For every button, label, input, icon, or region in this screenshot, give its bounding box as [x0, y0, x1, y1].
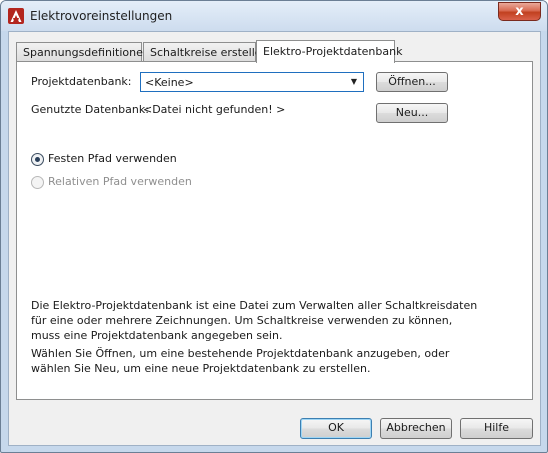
- chevron-down-icon[interactable]: ▼: [346, 74, 362, 90]
- cancel-button[interactable]: Abbrechen: [380, 418, 452, 439]
- dialog-client-area: Spannungsdefinitionen Schaltkreise erste…: [8, 31, 541, 446]
- ok-button[interactable]: OK: [300, 418, 372, 439]
- project-db-value: <Keine>: [145, 76, 194, 89]
- radio-fixed-path-label[interactable]: Festen Pfad verwenden: [48, 152, 177, 165]
- open-button[interactable]: Öffnen...: [376, 72, 448, 92]
- tab-spannungsdefinitionen[interactable]: Spannungsdefinitionen: [16, 42, 150, 62]
- radio-checked-dot: [35, 157, 40, 162]
- close-button[interactable]: x: [498, 2, 541, 21]
- new-button[interactable]: Neu...: [376, 103, 448, 123]
- dialog-window: Elektrovoreinstellungen x Spannungsdefin…: [0, 0, 548, 453]
- description-text-2: Wählen Sie Öffnen, um eine bestehende Pr…: [31, 347, 450, 375]
- title-bar[interactable]: Elektrovoreinstellungen x: [1, 1, 547, 31]
- description-text-1: Die Elektro-Projektdatenbank ist eine Da…: [31, 299, 478, 342]
- help-button[interactable]: Hilfe: [460, 418, 533, 439]
- radio-relative-path-label[interactable]: Relativen Pfad verwenden: [48, 175, 192, 188]
- tab-elektro-projektdatenbank[interactable]: Elektro-Projektdatenbank: [256, 40, 402, 63]
- window-title: Elektrovoreinstellungen: [30, 9, 173, 23]
- close-icon: x: [515, 4, 524, 19]
- used-db-label: Genutzte Datenbank:: [31, 103, 149, 116]
- autocad-app-icon: [8, 8, 24, 24]
- tab-panel-projektdatenbank: Projektdatenbank: <Keine> ▼ Öffnen... Ge…: [16, 61, 533, 400]
- used-db-value: <Datei nicht gefunden! >: [143, 103, 286, 116]
- radio-fixed-path[interactable]: [31, 153, 44, 166]
- project-db-combobox[interactable]: <Keine> ▼: [140, 72, 364, 92]
- project-db-label: Projektdatenbank:: [31, 75, 132, 88]
- radio-relative-path[interactable]: [31, 176, 44, 189]
- tab-schaltkreise-erstellen[interactable]: Schaltkreise erstellen: [143, 42, 269, 62]
